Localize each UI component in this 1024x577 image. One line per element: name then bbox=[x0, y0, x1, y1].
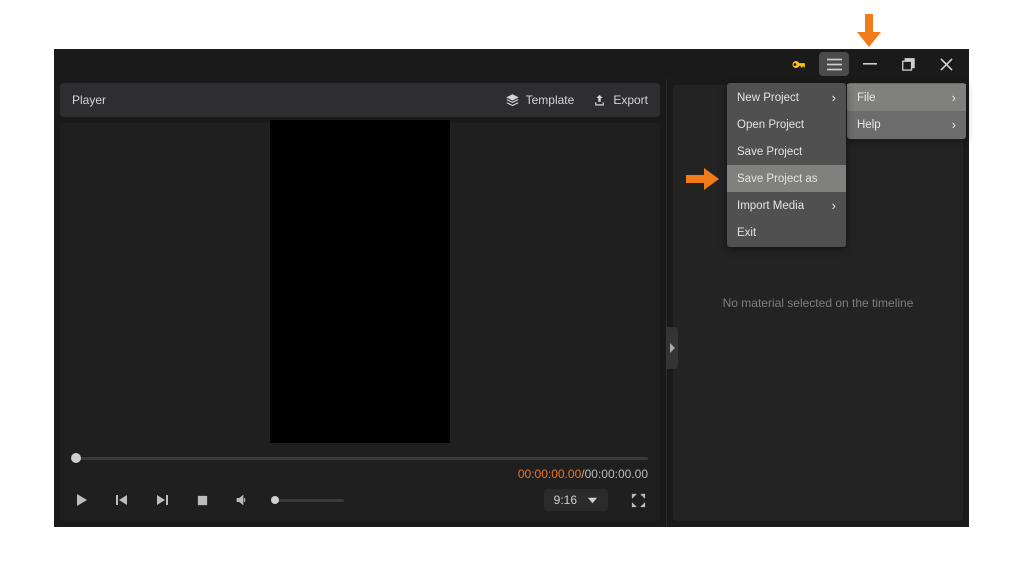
window-minimize-button[interactable] bbox=[853, 50, 887, 78]
window-maximize-button[interactable] bbox=[891, 50, 925, 78]
panel-expand-handle[interactable] bbox=[666, 327, 678, 369]
menu-item-open-project[interactable]: Open Project bbox=[727, 111, 846, 138]
main-menu: File › Help › bbox=[847, 83, 966, 139]
menu-item-label: Help bbox=[857, 119, 881, 131]
player-header: Player Template Export bbox=[60, 83, 660, 117]
menu-item-label: Save Project bbox=[737, 146, 802, 158]
menu-item-label: New Project bbox=[737, 92, 799, 104]
video-preview bbox=[270, 120, 450, 446]
volume-slider[interactable] bbox=[272, 499, 344, 502]
player-controls: 00:00:00.00 / 00:00:00.00 bbox=[60, 443, 660, 521]
empty-properties-message: No material selected on the timeline bbox=[723, 296, 914, 310]
seek-slider[interactable] bbox=[72, 451, 648, 465]
template-label: Template bbox=[526, 93, 575, 107]
player-viewport bbox=[60, 123, 660, 443]
menu-item-file[interactable]: File › bbox=[847, 84, 966, 111]
next-frame-button[interactable] bbox=[152, 490, 172, 510]
titlebar bbox=[54, 49, 969, 79]
menu-item-label: File bbox=[857, 92, 876, 104]
player-title: Player bbox=[72, 93, 106, 107]
annotation-arrow-right-icon bbox=[686, 168, 719, 190]
window-close-button[interactable] bbox=[929, 50, 963, 78]
menu-item-label: Open Project bbox=[737, 119, 804, 131]
menu-item-label: Import Media bbox=[737, 200, 804, 212]
stop-button[interactable] bbox=[192, 490, 212, 510]
menu-item-exit[interactable]: Exit bbox=[727, 219, 846, 246]
aspect-ratio-value: 9:16 bbox=[554, 493, 577, 507]
menu-item-new-project[interactable]: New Project › bbox=[727, 84, 846, 111]
activation-key-button[interactable] bbox=[781, 50, 815, 78]
chevron-right-icon: › bbox=[952, 117, 956, 132]
menu-item-save-project-as[interactable]: Save Project as bbox=[727, 165, 846, 192]
menu-item-label: Exit bbox=[737, 227, 756, 239]
total-time: 00:00:00.00 bbox=[585, 467, 648, 481]
menu-item-help[interactable]: Help › bbox=[847, 111, 966, 138]
file-submenu: New Project › Open Project Save Project … bbox=[727, 83, 846, 247]
chevron-right-icon: › bbox=[832, 90, 836, 105]
menu-item-label: Save Project as bbox=[737, 173, 818, 185]
export-button[interactable]: Export bbox=[592, 93, 648, 108]
play-button[interactable] bbox=[72, 490, 92, 510]
chevron-down-icon bbox=[587, 495, 598, 506]
player-panel: Player Template Export bbox=[54, 79, 666, 527]
current-time: 00:00:00.00 bbox=[518, 467, 581, 481]
template-button[interactable]: Template bbox=[505, 93, 575, 108]
time-display: 00:00:00.00 / 00:00:00.00 bbox=[72, 467, 648, 481]
chevron-right-icon: › bbox=[832, 198, 836, 213]
aspect-ratio-select[interactable]: 9:16 bbox=[544, 489, 608, 511]
chevron-right-icon: › bbox=[952, 90, 956, 105]
export-label: Export bbox=[613, 93, 648, 107]
fullscreen-button[interactable] bbox=[628, 490, 648, 510]
volume-button[interactable] bbox=[232, 490, 252, 510]
prev-frame-button[interactable] bbox=[112, 490, 132, 510]
hamburger-menu-button[interactable] bbox=[819, 52, 849, 76]
annotation-arrow-down-icon bbox=[857, 14, 881, 47]
menu-item-import-media[interactable]: Import Media › bbox=[727, 192, 846, 219]
menu-item-save-project[interactable]: Save Project bbox=[727, 138, 846, 165]
